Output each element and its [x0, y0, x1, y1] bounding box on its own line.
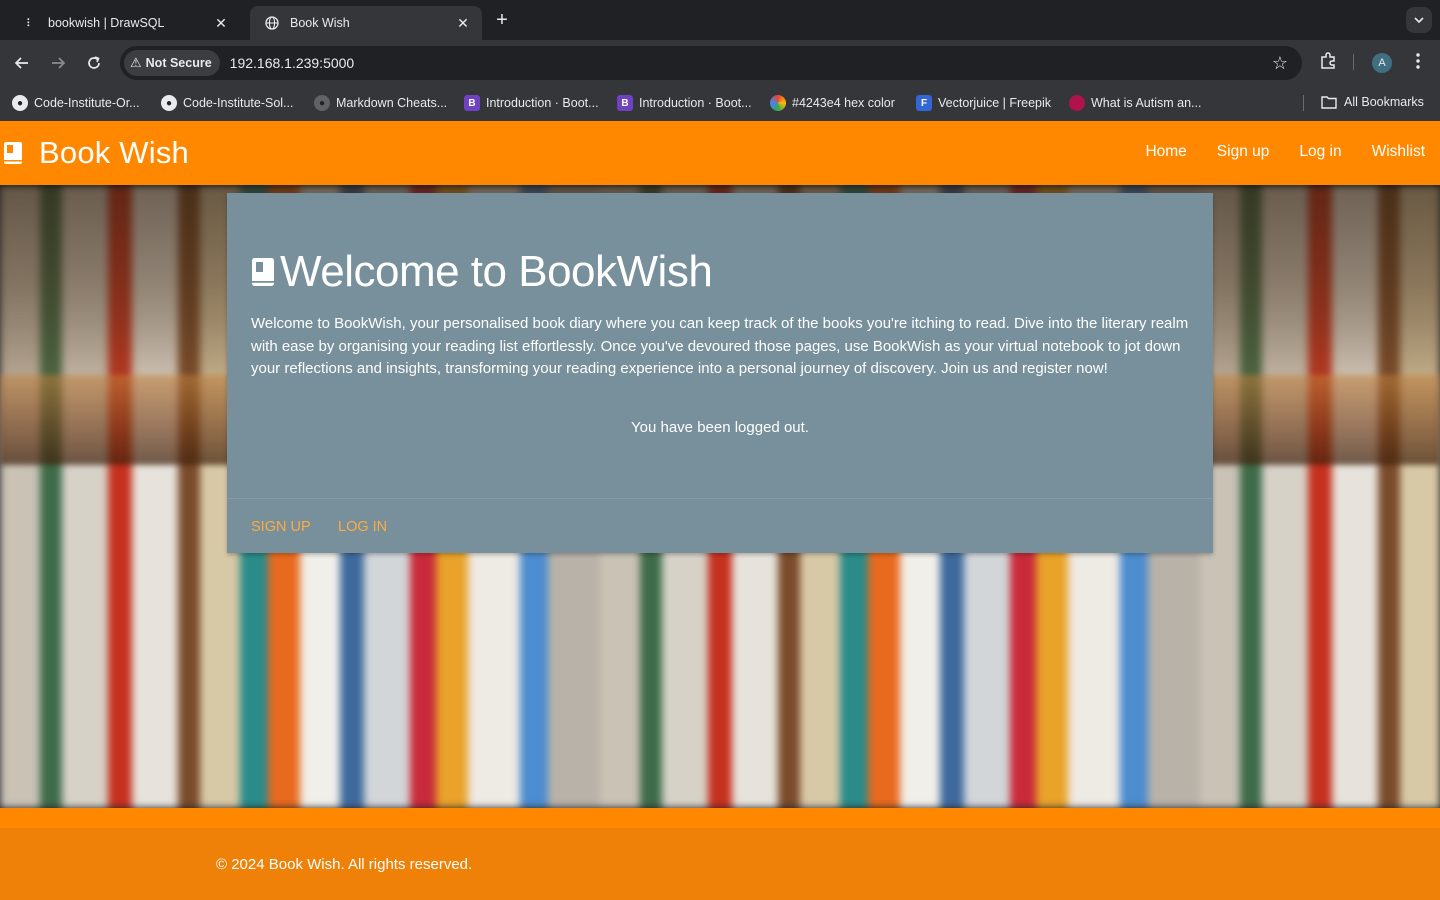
- bookmark-label: All Bookmarks: [1344, 95, 1424, 109]
- tab-search-button[interactable]: [1406, 7, 1432, 33]
- bookmark-label: Vectorjuice | Freepik: [938, 96, 1052, 110]
- welcome-heading: Welcome to BookWish: [280, 247, 713, 296]
- bookmarks-bar: ● Code-Institute-Or... ● Code-Institute-…: [0, 86, 1440, 121]
- forward-button[interactable]: [47, 52, 69, 74]
- extensions-icon[interactable]: [1319, 52, 1337, 75]
- globe-icon: [264, 15, 280, 31]
- address-bar[interactable]: ⚠ Not Secure 192.168.1.239:5000 ☆: [120, 46, 1302, 80]
- folder-icon: [1321, 95, 1337, 109]
- bookmark-label: Code-Institute-Or...: [34, 96, 140, 110]
- tab-title: bookwish | DrawSQL: [48, 16, 165, 30]
- footer-band: [0, 808, 1440, 828]
- profile-avatar[interactable]: A: [1372, 53, 1392, 73]
- all-bookmarks-button[interactable]: All Bookmarks: [1321, 95, 1424, 109]
- sign-up-link[interactable]: Sign up: [251, 519, 311, 535]
- browser-toolbar: ⚠ Not Secure 192.168.1.239:5000 ☆: [0, 40, 1440, 86]
- freepik-icon: F: [916, 95, 932, 111]
- close-icon[interactable]: ✕: [454, 14, 472, 32]
- reload-button[interactable]: [83, 52, 105, 74]
- welcome-text: Welcome to BookWish, your personalised b…: [251, 315, 1189, 378]
- reload-icon: [88, 56, 100, 69]
- drawsql-icon: ⠇: [25, 17, 35, 30]
- autism-site-icon: [1069, 95, 1085, 111]
- bookmark-item[interactable]: What is Autism an...: [1069, 95, 1201, 111]
- copyright-text: © 2024 Book Wish. All rights reserved.: [216, 856, 473, 873]
- tab-title: Book Wish: [290, 16, 350, 30]
- card-title: Welcome to BookWish: [252, 247, 713, 297]
- close-icon[interactable]: ✕: [212, 14, 230, 32]
- bookmark-label: Code-Institute-Sol...: [183, 96, 294, 110]
- bookmark-item[interactable]: ● Code-Institute-Or...: [12, 95, 140, 111]
- bookmark-label: Markdown Cheats...: [336, 96, 448, 110]
- warning-icon: ⚠: [130, 55, 142, 70]
- menu-icon[interactable]: [1413, 52, 1423, 75]
- bookmark-label: Introduction · Boot...: [639, 96, 752, 110]
- site-navbar: Book Wish Home Sign up Log in Wishlist: [0, 121, 1440, 185]
- github-icon: ●: [314, 95, 330, 111]
- github-icon: ●: [161, 95, 177, 111]
- site-info-button[interactable]: ⚠ Not Secure: [124, 50, 220, 76]
- log-in-link[interactable]: Log in: [338, 519, 387, 535]
- main-nav: Home Sign up Log in Wishlist: [1145, 143, 1425, 161]
- new-tab-button[interactable]: +: [492, 10, 512, 30]
- bookmark-item[interactable]: B Introduction · Boot...: [464, 95, 599, 111]
- bookmark-label: What is Autism an...: [1091, 96, 1202, 110]
- bookmarks-divider: [1303, 95, 1304, 111]
- tab-book-wish[interactable]: Book Wish ✕: [250, 6, 482, 40]
- bookmark-item[interactable]: ● Markdown Cheats...: [314, 95, 447, 111]
- color-wheel-icon: [770, 95, 786, 111]
- tab-strip: ⠇ bookwish | DrawSQL ✕ Book Wish ✕ +: [0, 0, 1440, 40]
- bookmark-item[interactable]: ● Code-Institute-Sol...: [161, 95, 293, 111]
- bookmark-star-icon[interactable]: ☆: [1272, 53, 1288, 74]
- brand-name: Book Wish: [39, 135, 189, 170]
- arrow-left-icon: [14, 57, 28, 69]
- site-footer: © 2024 Book Wish. All rights reserved.: [0, 808, 1440, 900]
- bookmark-item[interactable]: F Vectorjuice | Freepik: [916, 95, 1051, 111]
- book-icon: [4, 142, 22, 164]
- nav-wishlist-link[interactable]: Wishlist: [1372, 143, 1425, 161]
- nav-log-in-link[interactable]: Log in: [1299, 143, 1341, 161]
- nav-sign-up-link[interactable]: Sign up: [1217, 143, 1270, 161]
- url-text[interactable]: 192.168.1.239:5000: [230, 55, 355, 71]
- tab-drawsql[interactable]: ⠇ bookwish | DrawSQL ✕: [8, 6, 240, 40]
- bookmark-label: Introduction · Boot...: [486, 96, 599, 110]
- arrow-right-icon: [52, 57, 66, 69]
- bookmark-item[interactable]: B Introduction · Boot...: [617, 95, 752, 111]
- book-icon: [252, 258, 274, 286]
- bookmark-item[interactable]: #4243e4 hex color: [770, 95, 895, 111]
- nav-home-link[interactable]: Home: [1145, 143, 1186, 161]
- web-page: Book Wish Home Sign up Log in Wishlist W…: [0, 121, 1440, 900]
- logout-message: You have been logged out.: [631, 419, 809, 436]
- back-button[interactable]: [11, 52, 33, 74]
- brand-logo[interactable]: Book Wish: [4, 135, 189, 171]
- toolbar-divider: [1353, 54, 1354, 70]
- bootstrap-icon: B: [617, 95, 633, 111]
- bootstrap-icon: B: [464, 95, 480, 111]
- chevron-down-icon: [1414, 17, 1424, 23]
- security-label: Not Secure: [145, 56, 212, 70]
- card-actions: Sign up Log in: [227, 498, 1213, 553]
- bookmark-label: #4243e4 hex color: [792, 96, 895, 110]
- welcome-card: Welcome to BookWish Welcome to BookWish,…: [227, 193, 1213, 553]
- github-icon: ●: [12, 95, 28, 111]
